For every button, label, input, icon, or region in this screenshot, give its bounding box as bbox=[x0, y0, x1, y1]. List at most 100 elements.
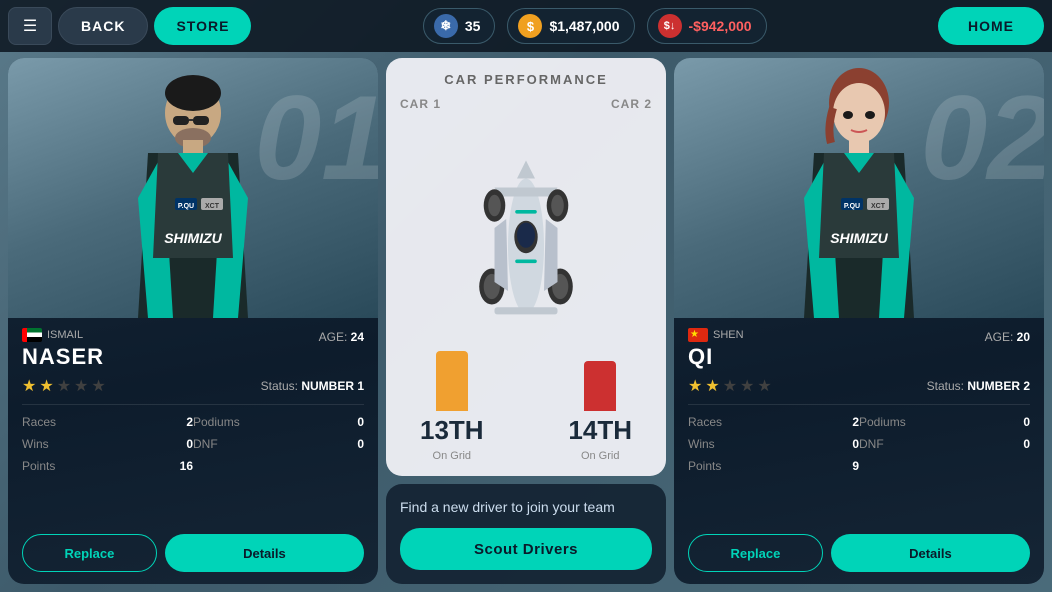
neg-icon: $↓ bbox=[658, 14, 682, 38]
d2-star2: ★ bbox=[705, 376, 719, 396]
money-value: $1,487,000 bbox=[549, 18, 619, 34]
driver1-figure: P.QU XCT SHIMIZU bbox=[93, 58, 293, 318]
driver2-info: SHEN QI AGE: 20 ★ ★ ★ ★ ★ Status: NUMBER bbox=[674, 318, 1044, 534]
store-button[interactable]: STORE bbox=[154, 7, 251, 45]
driver2-stats: Races 2 Podiums 0 Wins 0 DNF 0 Points bbox=[688, 413, 1030, 475]
driver1-stats: Races 2 Podiums 0 Wins 0 DNF 0 Points bbox=[22, 413, 364, 475]
d2-stat-points: Points 9 bbox=[688, 457, 859, 475]
svg-text:XCT: XCT bbox=[871, 203, 886, 210]
currency-money: $ $1,487,000 bbox=[507, 8, 634, 44]
top-bar-left: ☰ BACK STORE bbox=[8, 7, 251, 45]
driver2-buttons: Replace Details bbox=[674, 534, 1044, 584]
driver2-age: AGE: 20 bbox=[985, 328, 1030, 346]
driver1-buttons: Replace Details bbox=[8, 534, 378, 584]
stat-dnf: DNF 0 bbox=[193, 435, 364, 453]
svg-text:SHIMIZU: SHIMIZU bbox=[830, 230, 888, 246]
back-button[interactable]: BACK bbox=[58, 7, 148, 45]
scout-description: Find a new driver to join your team bbox=[400, 498, 652, 518]
performance-bars: 13TH On Grid 14TH On Grid bbox=[400, 382, 652, 462]
driver1-replace-button[interactable]: Replace bbox=[22, 534, 157, 572]
driver2-card: 02 bbox=[674, 58, 1044, 584]
driver2-photo-area: 02 bbox=[674, 58, 1044, 318]
driver1-lastname: NASER bbox=[22, 344, 104, 370]
driver2-figure: P.QU XCT SHIMIZU bbox=[759, 58, 959, 318]
car-visual-area bbox=[400, 119, 652, 372]
driver2-details-button[interactable]: Details bbox=[831, 534, 1030, 572]
driver1-stars-row: ★ ★ ★ ★ ★ Status: NUMBER 1 bbox=[22, 376, 364, 396]
scout-button[interactable]: Scout Drivers bbox=[400, 528, 652, 570]
star2: ★ bbox=[39, 376, 53, 396]
d2-star1: ★ bbox=[688, 376, 702, 396]
driver2-divider bbox=[688, 404, 1030, 405]
svg-text:XCT: XCT bbox=[205, 203, 220, 210]
driver1-age: AGE: 24 bbox=[319, 328, 364, 346]
driver1-divider bbox=[22, 404, 364, 405]
stat-podiums: Podiums 0 bbox=[193, 413, 364, 431]
driver1-info: ISMAIL NASER AGE: 24 ★ ★ ★ ★ ★ Status: N bbox=[8, 318, 378, 534]
car1-sublabel: On Grid bbox=[433, 450, 472, 462]
driver1-details-button[interactable]: Details bbox=[165, 534, 364, 572]
driver1-photo-area: 01 bbox=[8, 58, 378, 318]
driver2-flag bbox=[688, 328, 708, 342]
stat-wins: Wins 0 bbox=[22, 435, 193, 453]
car-performance-card: CAR PERFORMANCE CAR 1 CAR 2 bbox=[386, 58, 666, 476]
driver1-status: Status: NUMBER 1 bbox=[261, 379, 364, 393]
d2-star5: ★ bbox=[757, 376, 771, 396]
f1-car-svg bbox=[466, 156, 586, 336]
driver1-flag bbox=[22, 328, 42, 342]
car2-perf-group: 14TH On Grid bbox=[568, 361, 632, 462]
svg-text:P.QU: P.QU bbox=[844, 203, 860, 210]
d2-star4: ★ bbox=[740, 376, 754, 396]
d2-stat-podiums: Podiums 0 bbox=[859, 413, 1030, 431]
home-label: HOME bbox=[968, 18, 1014, 34]
driver1-firstname: ISMAIL bbox=[22, 328, 104, 342]
star1: ★ bbox=[22, 376, 36, 396]
car1-position: 13TH bbox=[420, 415, 484, 446]
driver2-lastname: QI bbox=[688, 344, 744, 370]
top-bar: ☰ BACK STORE ❄ 35 $ $1,487,000 $↓ -$942,… bbox=[0, 0, 1052, 52]
snowflake-icon: ❄ bbox=[434, 14, 458, 38]
center-panel: CAR PERFORMANCE CAR 1 CAR 2 bbox=[386, 58, 666, 584]
store-label: STORE bbox=[176, 18, 229, 34]
driver2-stars: ★ ★ ★ ★ ★ bbox=[688, 376, 772, 396]
star4: ★ bbox=[74, 376, 88, 396]
star5: ★ bbox=[91, 376, 105, 396]
currency-snowflake: ❄ 35 bbox=[423, 8, 496, 44]
driver1-name-row: ISMAIL NASER AGE: 24 bbox=[22, 328, 364, 370]
menu-icon: ☰ bbox=[23, 16, 37, 36]
driver1-stars: ★ ★ ★ ★ ★ bbox=[22, 376, 106, 396]
snowflake-value: 35 bbox=[465, 18, 481, 34]
driver2-name-row: SHEN QI AGE: 20 bbox=[688, 328, 1030, 370]
home-button[interactable]: HOME bbox=[938, 7, 1044, 45]
scout-card: Find a new driver to join your team Scou… bbox=[386, 484, 666, 584]
neg-value: -$942,000 bbox=[689, 18, 752, 34]
star3: ★ bbox=[57, 376, 71, 396]
top-bar-center: ❄ 35 $ $1,487,000 $↓ -$942,000 bbox=[423, 8, 767, 44]
stat-points: Points 16 bbox=[22, 457, 193, 475]
car2-label: CAR 2 bbox=[611, 97, 652, 111]
driver1-card: 01 bbox=[8, 58, 378, 584]
svg-text:P.QU: P.QU bbox=[178, 203, 194, 210]
driver2-replace-button[interactable]: Replace bbox=[688, 534, 823, 572]
car1-label: CAR 1 bbox=[400, 97, 441, 111]
back-label: BACK bbox=[81, 18, 125, 34]
driver1-name-left: ISMAIL NASER bbox=[22, 328, 104, 370]
main-content: 01 bbox=[8, 58, 1044, 584]
car2-position: 14TH bbox=[568, 415, 632, 446]
stat-races: Races 2 bbox=[22, 413, 193, 431]
svg-text:SHIMIZU: SHIMIZU bbox=[164, 230, 222, 246]
d2-stat-dnf: DNF 0 bbox=[859, 435, 1030, 453]
car2-sublabel: On Grid bbox=[581, 450, 620, 462]
driver2-stars-row: ★ ★ ★ ★ ★ Status: NUMBER 2 bbox=[688, 376, 1030, 396]
menu-button[interactable]: ☰ bbox=[8, 7, 52, 45]
driver2-name-left: SHEN QI bbox=[688, 328, 744, 370]
d2-stat-wins: Wins 0 bbox=[688, 435, 859, 453]
d2-star3: ★ bbox=[723, 376, 737, 396]
currency-negative: $↓ -$942,000 bbox=[647, 8, 767, 44]
driver2-firstname: SHEN bbox=[688, 328, 744, 342]
d2-stat-races: Races 2 bbox=[688, 413, 859, 431]
car-labels-row: CAR 1 CAR 2 bbox=[400, 97, 652, 111]
driver2-status: Status: NUMBER 2 bbox=[927, 379, 1030, 393]
dollar-icon: $ bbox=[518, 14, 542, 38]
perf-title: CAR PERFORMANCE bbox=[444, 72, 608, 87]
